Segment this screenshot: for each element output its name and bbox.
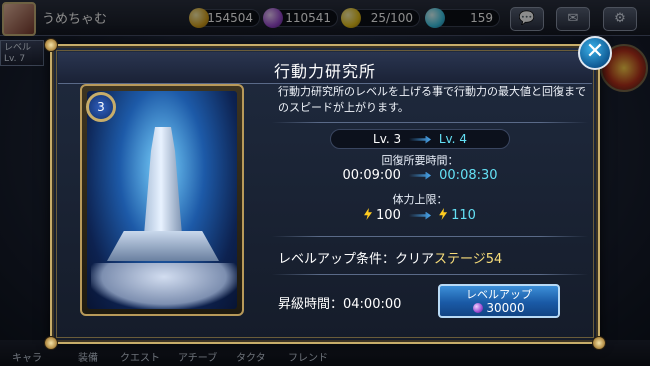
- stamina-cap-label: 体力上限：: [392, 193, 448, 206]
- stamina-cap-current: 100: [376, 208, 401, 223]
- tower-shape: [143, 127, 183, 247]
- arrow-right-icon: [409, 171, 431, 180]
- levelup-button[interactable]: レベルアップ 30000: [438, 284, 560, 318]
- recovery-current: 00:09:00: [342, 168, 401, 183]
- level-change: Lv. 3 Lv. 4: [330, 129, 510, 149]
- corner-ornament-icon: [44, 38, 58, 52]
- stamina-cap-change: 100 110: [300, 208, 540, 223]
- close-icon: ✕: [585, 39, 605, 64]
- divider: [272, 122, 588, 123]
- tower-base-shape: [107, 231, 219, 261]
- card-level-badge: 3: [86, 92, 116, 122]
- tower-illustration: [87, 91, 237, 309]
- levelup-cost-value: 30000: [486, 301, 525, 315]
- facility-description: 行動力研究所のレベルを上げる事で行動力の最大値と回復までのスピードが上がります。: [278, 85, 586, 114]
- levelup-label: レベルアップ: [466, 288, 532, 301]
- condition-text: レベルアップ条件：クリア: [278, 252, 435, 267]
- recovery-change: 00:09:00 00:08:30: [300, 168, 540, 183]
- upgrade-time: 昇級時間：04:00:00: [278, 297, 402, 312]
- arrow-right-icon: [409, 211, 431, 220]
- lightning-icon: [364, 208, 373, 220]
- gem-icon: [473, 303, 484, 313]
- dialog-title: 行動力研究所: [273, 62, 376, 81]
- divider: [272, 236, 588, 237]
- divider: [272, 274, 588, 275]
- recovery-label: 回復所要時間：: [381, 154, 459, 167]
- close-button[interactable]: ✕: [578, 36, 612, 70]
- stamina-cap-next: 110: [451, 208, 476, 223]
- level-current: Lv. 3: [373, 132, 402, 146]
- level-next: Lv. 4: [438, 132, 467, 146]
- cloud-shape: [91, 263, 237, 309]
- corner-ornament-icon: [44, 336, 58, 350]
- lightning-icon: [439, 208, 448, 220]
- corner-ornament-icon: [592, 336, 606, 350]
- dialog-title-bar: 行動力研究所: [58, 52, 592, 84]
- levelup-condition: レベルアップ条件：クリアステージ54: [278, 248, 502, 267]
- arrow-right-icon: [409, 135, 431, 144]
- levelup-cost: 30000: [440, 301, 558, 315]
- recovery-next: 00:08:30: [439, 168, 498, 183]
- condition-stage: ステージ54: [434, 252, 503, 267]
